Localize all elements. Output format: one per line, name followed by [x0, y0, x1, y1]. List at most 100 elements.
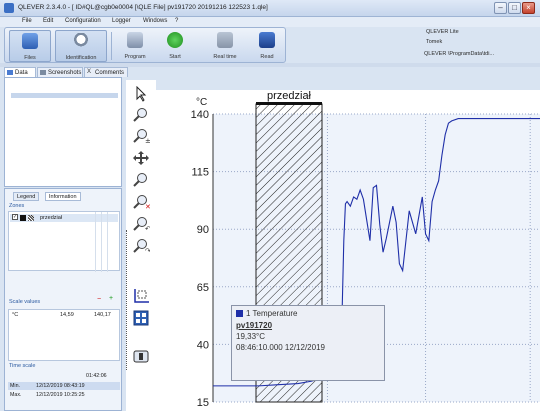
window-title: QLEVER 2.3.4.0 - [ ID#QL@cgb0e0004 [\QLE… — [18, 4, 268, 11]
time-max-value: 12/12/2019 10:25:25 — [36, 392, 85, 398]
zoom-icon[interactable]: ± — [132, 128, 151, 145]
time-span: 01:42:06 — [86, 373, 107, 379]
zoom-reset-icon[interactable]: ✕ — [132, 194, 151, 211]
scale-table: °C 14,59 140,17 — [8, 309, 120, 361]
time-min-value: 12/12/2019 08:43:19 — [36, 383, 85, 389]
add-scale-icon[interactable]: + — [109, 295, 113, 302]
tooltip-series: 1 Temperature — [246, 309, 298, 318]
read-icon — [259, 32, 275, 48]
y-tick-label: 90 — [197, 224, 209, 236]
tooltip-time: 08:46:10.000 12/12/2019 — [236, 343, 325, 352]
svg-text:✕: ✕ — [145, 203, 150, 210]
menu-file[interactable]: File — [22, 18, 32, 24]
y-tick-label: 65 — [197, 282, 209, 294]
subtab-legend[interactable]: Legend — [13, 192, 40, 201]
minimize-button[interactable]: – — [494, 2, 507, 14]
user-name: Tomek — [426, 39, 443, 45]
zone-checkbox[interactable]: ✓ — [12, 214, 18, 220]
zone-icon[interactable] — [132, 288, 150, 304]
screenshot-tab-icon — [40, 70, 46, 75]
zoom-x-icon[interactable] — [132, 172, 150, 188]
zones-label: Zones — [9, 203, 25, 209]
grid-icon[interactable] — [132, 310, 150, 326]
menu-logger[interactable]: Logger — [112, 18, 131, 24]
time-max-row[interactable]: Max. 12/12/2019 10:25:25 — [8, 391, 120, 399]
time-min-row[interactable]: Min. 12/12/2019 08:43:19 — [8, 382, 120, 390]
svg-text:±: ± — [145, 137, 150, 144]
zones-list: ✓ przedział — [8, 211, 120, 272]
tab-data[interactable]: Data — [4, 67, 36, 77]
y-tick-label: 115 — [191, 167, 209, 179]
time-table: 01:42:06 Min. 12/12/2019 08:43:19 Max. 1… — [8, 372, 120, 408]
zone-bar — [256, 102, 322, 105]
realtime-label: Real time — [213, 54, 237, 60]
time-scale-label: Time scale — [9, 363, 36, 369]
time-span-row: 01:42:06 — [8, 372, 120, 380]
menu-bar: File Edit Configuration Logger Windows ? — [0, 17, 540, 27]
graph-toolbar: ± ✕ ↶ ↷ — [126, 80, 156, 411]
menu-configuration[interactable]: Configuration — [65, 18, 101, 24]
files-button[interactable]: Files — [9, 30, 51, 62]
scale-row[interactable]: °C 14,59 140,17 — [10, 311, 118, 319]
menu-edit[interactable]: Edit — [43, 18, 53, 24]
realtime-button[interactable]: Real time — [205, 30, 245, 62]
identification-icon — [73, 33, 89, 49]
scale-unit: °C — [12, 312, 19, 318]
time-max-label: Max. — [10, 392, 22, 398]
remove-scale-icon[interactable]: − — [97, 296, 101, 303]
tab-strip: Data Screenshots X Comments — [4, 67, 224, 77]
tab-comments[interactable]: X Comments — [84, 67, 128, 77]
data-row-selected[interactable] — [11, 93, 118, 98]
data-path: QLEVER \ProgramData\tdi... — [424, 51, 494, 57]
identification-button[interactable]: Identification — [55, 30, 107, 62]
start-button[interactable]: Start — [157, 30, 193, 62]
files-label: Files — [24, 55, 36, 61]
tab-screenshots-label: Screenshots — [48, 70, 82, 76]
start-label: Start — [169, 54, 181, 60]
subtab-information[interactable]: Information — [45, 192, 81, 201]
read-button[interactable]: Read — [249, 30, 285, 62]
zone-name: przedział — [40, 215, 63, 221]
maximize-button[interactable]: □ — [508, 2, 521, 14]
value-tooltip: 1 Temperature pv191720 19,33°C 08:46:10.… — [231, 305, 385, 381]
scale-max: 140,17 — [94, 312, 111, 318]
zone-pattern-icon — [28, 215, 34, 221]
pan-icon[interactable] — [132, 150, 150, 166]
pointer-icon[interactable] — [132, 85, 150, 102]
svg-text:↷: ↷ — [145, 247, 150, 254]
tooltip-name: pv191720 — [236, 321, 273, 330]
legend-panel: Legend Information Zones ✓ przedział Sca… — [4, 188, 122, 411]
zoom-box-icon[interactable] — [132, 107, 150, 123]
data-panel — [4, 77, 122, 187]
title-bar: QLEVER 2.3.4.0 - [ ID#QL@cgb0e0004 [\QLE… — [0, 0, 540, 17]
app-name: QLEVER Lite — [426, 29, 459, 35]
program-icon — [127, 32, 143, 48]
screenshot-icon[interactable] — [132, 348, 150, 364]
y-tick-label: 140 — [191, 109, 209, 121]
read-label: Read — [260, 54, 274, 60]
y-tick-label: 15 — [197, 397, 209, 409]
undo-zoom-icon[interactable]: ↶ — [132, 216, 151, 233]
y-tick-label: 40 — [197, 339, 209, 351]
toolbar: Files Identification Program Start Real … — [4, 27, 286, 63]
redo-zoom-icon[interactable]: ↷ — [132, 238, 151, 255]
svg-text:↶: ↶ — [145, 225, 150, 232]
user-info: QLEVER Lite Tomek QLEVER \ProgramData\td… — [420, 27, 540, 63]
play-icon — [167, 32, 183, 48]
files-icon — [22, 33, 38, 49]
splitter-handle[interactable] — [126, 230, 128, 370]
chart-area: 140 115 90 65 40 15 °C przedział 1 Temperature … — [156, 90, 540, 411]
realtime-icon — [217, 32, 233, 48]
program-button[interactable]: Program — [115, 30, 155, 62]
zone-color-icon — [20, 215, 26, 221]
tab-comments-label: Comments — [95, 70, 125, 76]
comment-icon: X — [87, 69, 92, 75]
time-min-label: Min. — [10, 383, 21, 389]
menu-help[interactable]: ? — [175, 18, 178, 24]
menu-windows[interactable]: Windows — [143, 18, 167, 24]
app-icon — [4, 3, 14, 13]
close-button[interactable]: × — [522, 2, 535, 14]
identification-label: Identification — [65, 55, 97, 61]
y-axis-unit: °C — [196, 97, 207, 108]
tab-screenshots[interactable]: Screenshots — [37, 67, 83, 77]
